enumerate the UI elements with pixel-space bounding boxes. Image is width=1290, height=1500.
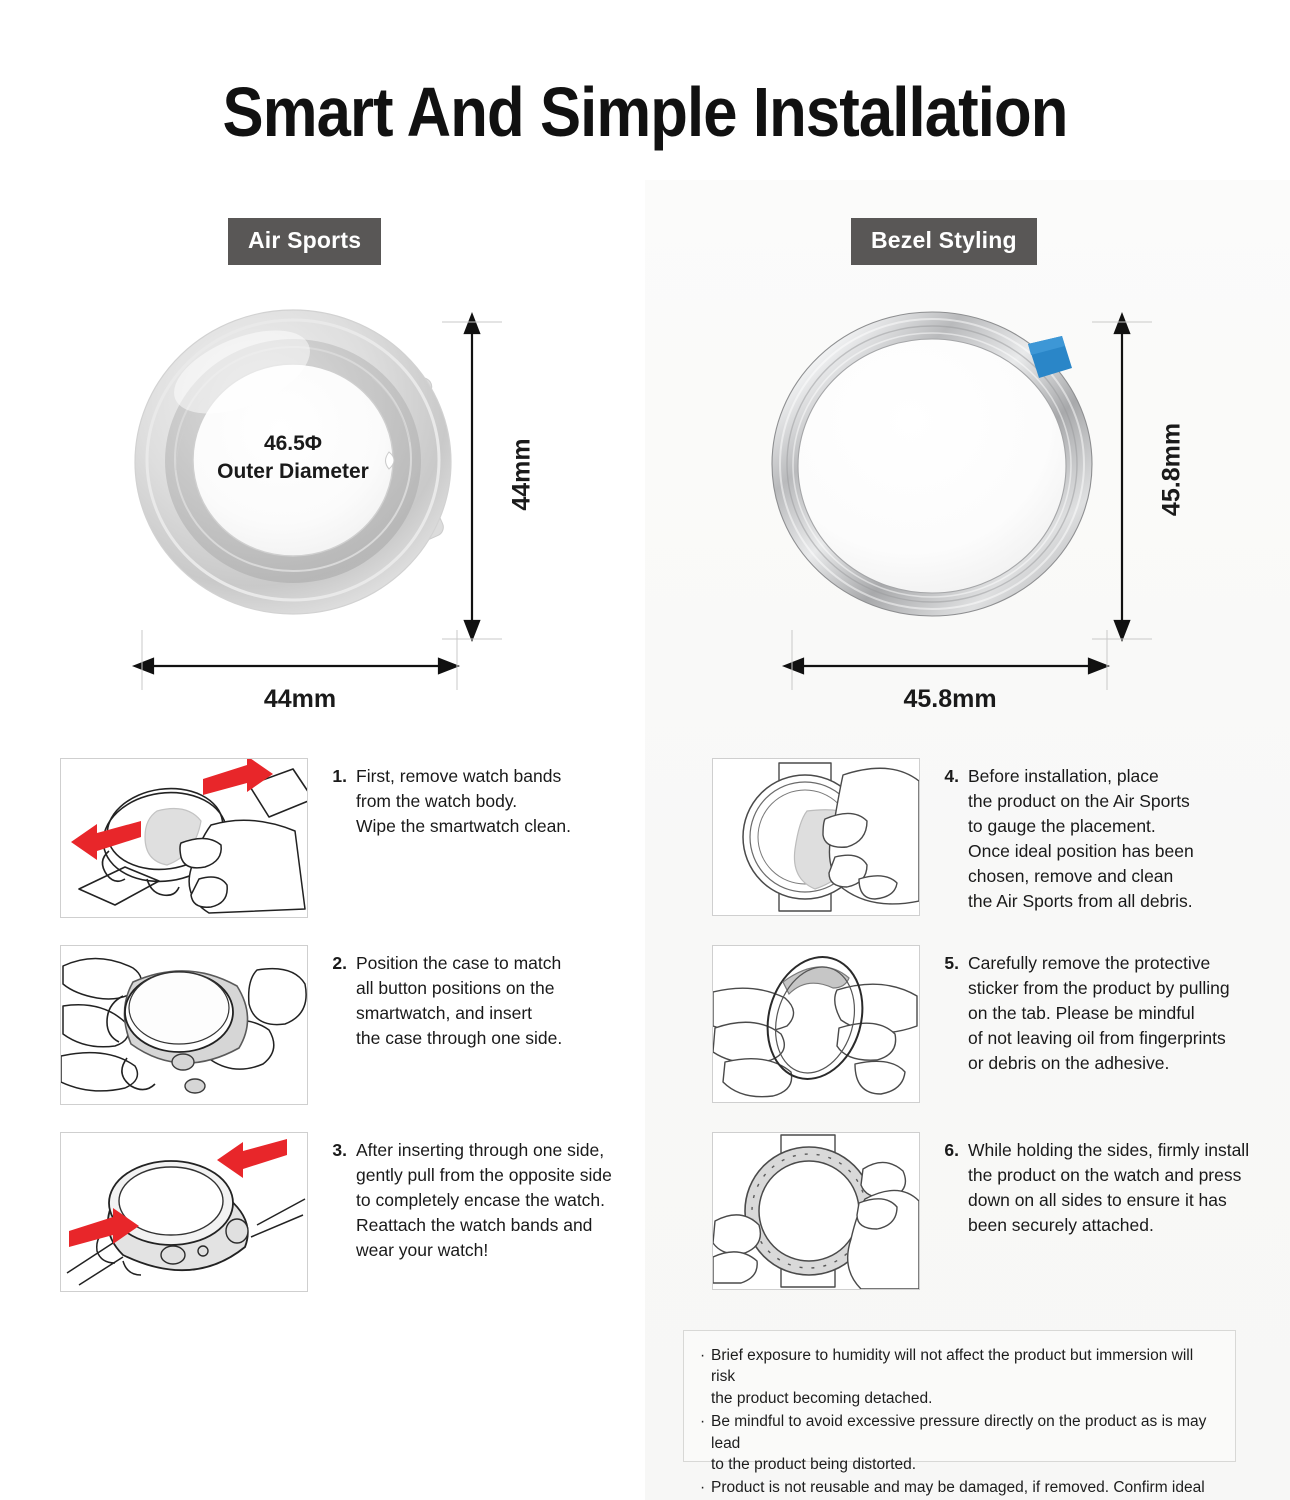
outer-diameter-label: 46.5Φ Outer Diameter [173, 430, 413, 485]
step-5-text: 5. Carefully remove the protective stick… [942, 951, 1230, 1076]
section-tag-bezel-styling: Bezel Styling [851, 218, 1037, 265]
step-4-figure [712, 758, 920, 916]
step-5-figure [712, 945, 920, 1103]
step-5: 5. Carefully remove the protective stick… [712, 945, 1230, 1103]
step-6-body: While holding the sides, firmly install … [968, 1140, 1250, 1236]
press-bezel-illustration [712, 1134, 920, 1290]
step-4-number: 4. [944, 766, 959, 786]
step-4: 4. Before installation, place the produc… [712, 758, 1194, 916]
peel-sticker-illustration [712, 956, 918, 1098]
step-1-body: First, remove watch bands from the watch… [356, 766, 571, 837]
step-2-figure [60, 945, 308, 1105]
bullet-icon: · [700, 1347, 706, 1364]
step-2-text: 2. Position the case to match all button… [330, 951, 562, 1051]
outer-diameter-value: 46.5Φ [263, 432, 323, 455]
air-sports-height-dimension: 44mm [507, 438, 536, 511]
warnings-box: · Brief exposure to humidity will not af… [683, 1330, 1236, 1496]
step-3: 3. After inserting through one side, gen… [60, 1132, 612, 1292]
note-text: Brief exposure to humidity will not affe… [711, 1347, 1194, 1407]
step-6: 6. While holding the sides, firmly insta… [712, 1132, 1249, 1290]
step-6-number: 6. [944, 1140, 959, 1160]
note-item: · Brief exposure to humidity will not af… [700, 1345, 1219, 1409]
step-1-text: 1. First, remove watch bands from the wa… [330, 764, 571, 839]
clean-watch-face-illustration [742, 762, 920, 912]
step-3-body: After inserting through one side, gently… [356, 1140, 612, 1261]
case-positioning-illustration [60, 957, 307, 1094]
outer-diameter-caption: Outer Diameter [217, 459, 369, 483]
section-tag-air-sports: Air Sports [228, 218, 382, 265]
note-text: Product is not reusable and may be damag… [711, 1479, 1205, 1497]
bezel-height-dimension: 45.8mm [1157, 422, 1186, 517]
step-6-figure [712, 1132, 920, 1290]
note-item: · Product is not reusable and may be dam… [700, 1477, 1219, 1500]
infographic-page: Smart And Simple Installation Air Sports… [0, 0, 1290, 1500]
case-installed-illustration [66, 1139, 306, 1286]
step-6-text: 6. While holding the sides, firmly insta… [942, 1138, 1249, 1238]
bullet-icon: · [700, 1413, 706, 1431]
step-1: 1. First, remove watch bands from the wa… [60, 756, 571, 918]
step-4-body: Before installation, place the product o… [968, 766, 1194, 912]
bullet-icon: · [700, 1479, 706, 1497]
step-1-figure [60, 756, 314, 918]
bezel-width-dimension: 45.8mm [903, 685, 997, 713]
step-5-body: Carefully remove the protective sticker … [968, 953, 1230, 1074]
air-sports-width-dimension: 44mm [263, 685, 337, 713]
step-2: 2. Position the case to match all button… [60, 945, 562, 1105]
step-4-text: 4. Before installation, place the produc… [942, 764, 1194, 914]
bezel-styling-product-diagram: 45.8mm 45.8mm [760, 300, 1230, 720]
step-2-number: 2. [332, 953, 347, 973]
air-sports-product-diagram: 46.5Φ Outer Diameter 44mm 44mm [110, 300, 580, 720]
page-title: Smart And Simple Installation [222, 73, 1068, 151]
step-3-figure [60, 1132, 308, 1292]
note-item: · Be mindful to avoid excessive pressure… [700, 1411, 1219, 1475]
note-text: Be mindful to avoid excessive pressure d… [711, 1413, 1207, 1473]
step-2-body: Position the case to match all button po… [356, 953, 563, 1049]
step-1-number: 1. [332, 766, 347, 786]
watch-band-removal-illustration [71, 756, 314, 914]
step-5-number: 5. [944, 953, 959, 973]
step-3-number: 3. [332, 1140, 347, 1160]
step-3-text: 3. After inserting through one side, gen… [330, 1138, 612, 1263]
